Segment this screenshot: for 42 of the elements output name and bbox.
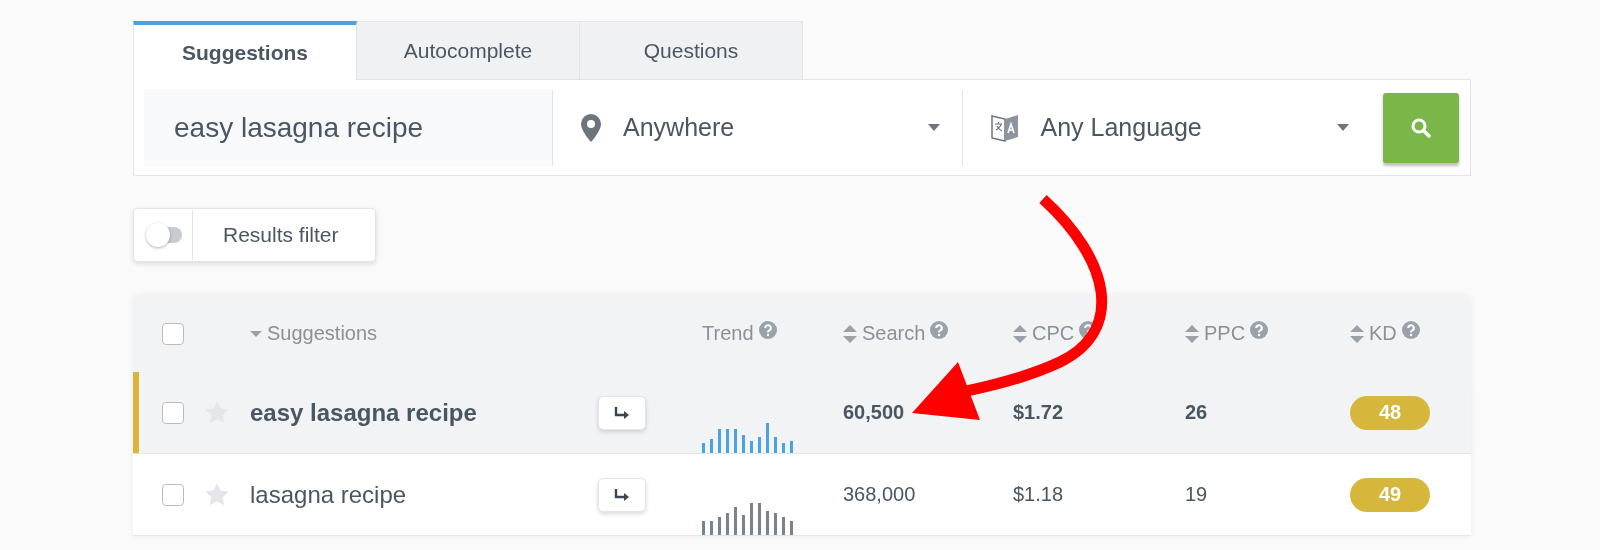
checkbox[interactable] bbox=[162, 322, 184, 345]
caret-icon bbox=[927, 124, 940, 131]
translate-icon bbox=[990, 112, 1019, 143]
turn-arrow-icon bbox=[614, 406, 630, 419]
ppc-cell-text: 19 bbox=[1185, 483, 1209, 506]
results-filter-button[interactable]: Results filter bbox=[133, 208, 376, 262]
keyword-input[interactable]: easy lasagna recipe bbox=[144, 89, 552, 166]
checkbox[interactable] bbox=[162, 401, 184, 424]
star-icon[interactable] bbox=[205, 483, 229, 506]
checkbox[interactable] bbox=[162, 483, 184, 506]
tab[interactable]: Autocomplete bbox=[356, 21, 580, 79]
turn-arrow-icon bbox=[614, 488, 630, 501]
table-row[interactable]: lasagna recipe 368,000 $1.18 19 49 bbox=[133, 454, 1471, 536]
keyword-cell-text: easy lasagna recipe bbox=[250, 398, 478, 427]
expand-button[interactable] bbox=[598, 477, 646, 512]
search-icon bbox=[1411, 117, 1431, 138]
tab[interactable]: Suggestions bbox=[133, 21, 357, 80]
caret-icon bbox=[1337, 124, 1349, 131]
cpc-cell-text: $1.18 bbox=[1013, 483, 1065, 506]
keyword-cell-text: lasagna recipe bbox=[250, 480, 408, 509]
sort-icon bbox=[1350, 324, 1364, 343]
search-button[interactable] bbox=[1383, 92, 1459, 163]
difficulty-badge: 48 bbox=[1350, 395, 1430, 430]
map-pin-icon bbox=[581, 113, 601, 142]
location-dropdown[interactable]: Anywhere bbox=[553, 89, 962, 166]
language-dropdown[interactable]: Any Language bbox=[962, 89, 1371, 166]
sort-caret-icon bbox=[250, 329, 262, 338]
cpc-cell-text: $1.72 bbox=[1013, 401, 1065, 424]
help-icon[interactable] bbox=[758, 320, 777, 339]
expand-button[interactable] bbox=[598, 395, 646, 430]
help-icon[interactable] bbox=[930, 320, 949, 339]
sort-icon bbox=[843, 324, 857, 343]
tab[interactable]: Questions bbox=[579, 21, 803, 79]
difficulty-badge: 49 bbox=[1350, 477, 1430, 512]
search-volume-cell-text: 368,000 bbox=[843, 483, 917, 506]
sort-icon bbox=[1013, 324, 1027, 343]
help-icon[interactable] bbox=[1250, 320, 1269, 339]
search-volume-cell-text: 60,500 bbox=[843, 401, 906, 424]
table-row[interactable]: easy lasagna recipe 60,500 $1.72 26 48 bbox=[133, 372, 1471, 454]
help-icon[interactable] bbox=[1401, 320, 1420, 339]
sort-icon bbox=[1185, 324, 1199, 343]
ppc-cell-text: 26 bbox=[1185, 401, 1209, 424]
